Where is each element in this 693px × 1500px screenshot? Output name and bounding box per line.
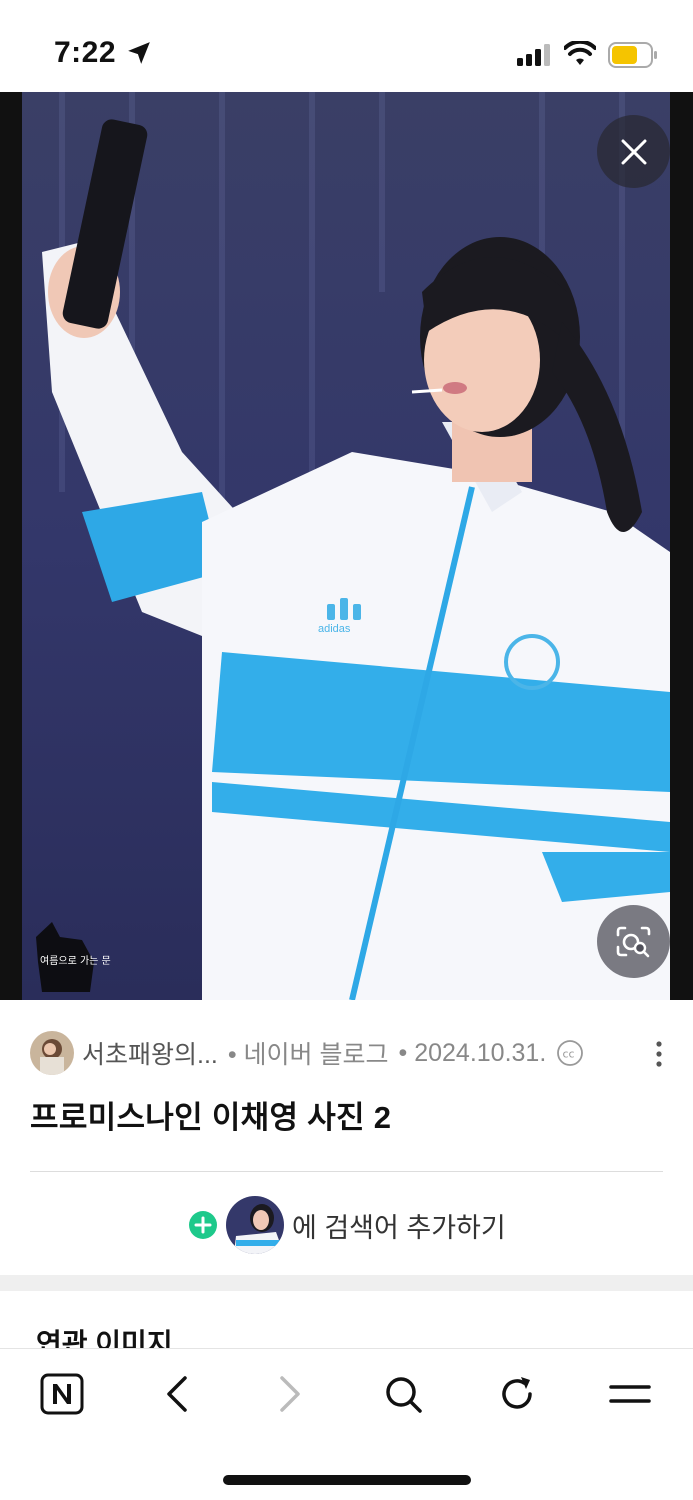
section-separator — [0, 1275, 693, 1291]
forward-icon — [280, 1376, 300, 1412]
plus-circle-icon — [189, 1211, 217, 1239]
menu-icon — [609, 1385, 651, 1403]
add-search-term-button[interactable]: 에 검색어 추가하기 — [188, 1195, 506, 1255]
wifi-icon — [564, 41, 596, 65]
search-button[interactable] — [373, 1369, 433, 1419]
cellular-signal-icon — [517, 44, 550, 66]
more-options-icon[interactable] — [652, 1040, 666, 1068]
back-button[interactable] — [146, 1369, 206, 1419]
refresh-button[interactable] — [487, 1369, 547, 1419]
source-row[interactable]: 서초패왕의... • 네이버 블로그 • 2024.10.31. cc — [30, 1030, 670, 1076]
status-time: 7:22 — [54, 36, 117, 69]
lens-search-icon — [616, 926, 650, 957]
source-platform: • 네이버 블로그 — [227, 1041, 389, 1069]
image-thumbnail — [226, 1196, 284, 1254]
search-icon — [386, 1377, 422, 1413]
image-search-button[interactable] — [597, 905, 670, 978]
watermark-text: 여름으로 가는 문 — [40, 955, 111, 967]
related-images-heading: 연관 이미지 — [36, 1328, 173, 1349]
battery-icon — [608, 42, 657, 68]
svg-text:cc: cc — [563, 1048, 575, 1061]
refresh-icon — [502, 1377, 532, 1409]
post-date: • 2024.10.31. — [398, 1038, 547, 1067]
close-button[interactable] — [597, 115, 670, 188]
add-search-term-label: 에 검색어 추가하기 — [292, 1212, 506, 1243]
image-title[interactable]: 프로미스나인 이채영 사진 2 — [30, 1092, 391, 1137]
menu-button[interactable] — [600, 1369, 660, 1419]
divider — [30, 1171, 663, 1172]
status-bar: 7:22 — [0, 0, 693, 92]
naver-home-icon — [40, 1373, 84, 1415]
naver-home-button[interactable] — [32, 1369, 92, 1419]
photo-image: adidas 여름으로 가는 문 — [22, 92, 670, 1000]
back-icon — [167, 1376, 187, 1412]
blog-avatar[interactable] — [30, 1031, 74, 1075]
home-indicator[interactable] — [223, 1475, 471, 1485]
creative-commons-icon[interactable]: cc — [556, 1039, 584, 1067]
blog-name[interactable]: 서초패왕의... — [82, 1035, 218, 1071]
photo-viewer[interactable]: adidas 여름으로 가는 문 — [0, 92, 693, 1000]
forward-button[interactable] — [261, 1369, 321, 1419]
location-arrow-icon — [128, 42, 150, 64]
close-icon — [621, 139, 646, 164]
svg-text:adidas: adidas — [318, 623, 351, 635]
